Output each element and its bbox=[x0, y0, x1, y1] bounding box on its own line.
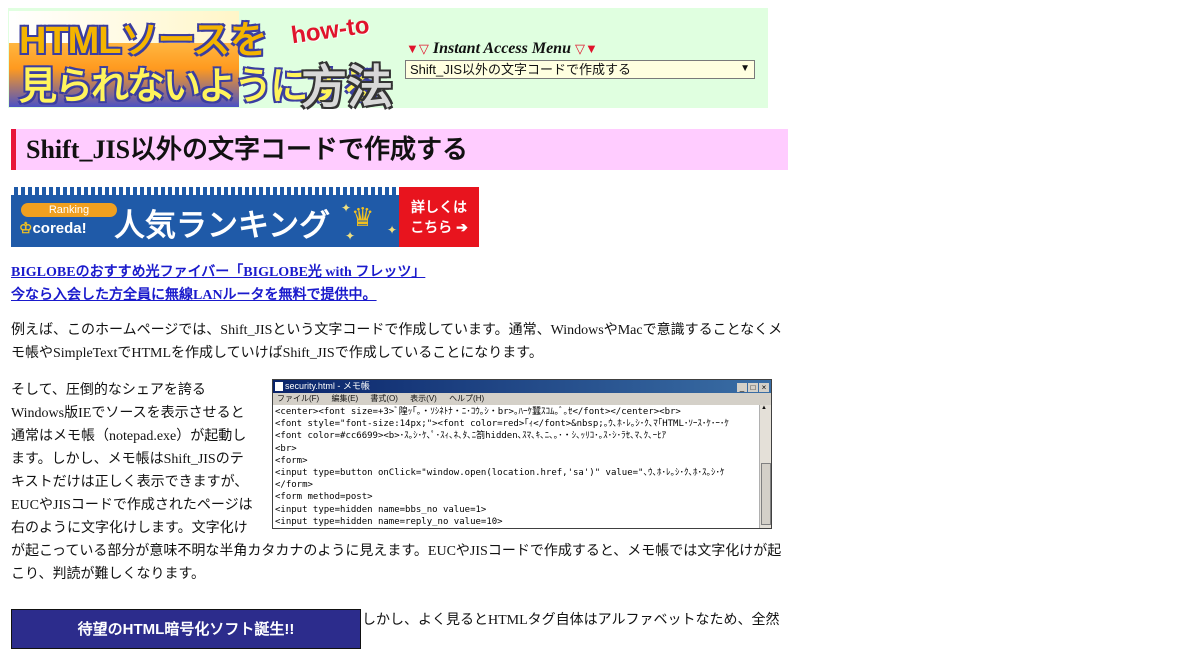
banner-headline: 人気ランキング bbox=[114, 208, 331, 243]
ranking-banner[interactable]: Ranking ♔coreda! 人気ランキング ✦ ✦ ✦ ♛ 詳しくは こち… bbox=[11, 187, 479, 247]
close-icon: × bbox=[759, 383, 769, 392]
site-logo[interactable]: HTMLソースを 見られないようにする how-to 方法 bbox=[9, 11, 393, 113]
notepad-menu-view: 表示(V) bbox=[410, 394, 437, 403]
notepad-menu-file: ファイル(F) bbox=[277, 394, 320, 403]
header-banner: HTMLソースを 見られないようにする how-to 方法 ▼▽ Instant… bbox=[8, 8, 768, 113]
dropdown-arrow-icon[interactable]: ▼ bbox=[740, 60, 750, 77]
code-line: <font style="font-size:14px;"><font colo… bbox=[275, 419, 729, 430]
code-line: <form method=post> bbox=[275, 492, 373, 503]
notepad-screenshot: security.html - メモ帳 _ □ × ファイル(F) 編集(E) 書式… bbox=[272, 379, 772, 529]
banner-detail-button[interactable]: 詳しくは こちら ➔ bbox=[399, 187, 479, 247]
page-title: Shift_JIS以外の文字コードで作成する bbox=[11, 129, 788, 170]
triangle-down-icon: ▽▼ bbox=[574, 41, 598, 56]
minimize-icon: _ bbox=[737, 383, 747, 392]
code-line: <br> bbox=[275, 443, 297, 454]
sparkle-icon: ✦ bbox=[387, 223, 398, 237]
code-line: <input type=hidden name=bbs_no value=1> bbox=[275, 504, 487, 515]
window-controls: _ □ × bbox=[736, 381, 769, 394]
menu-select-value: Shift_JIS以外の文字コードで作成する bbox=[410, 62, 632, 77]
intro-paragraph: 例えば、このホームページでは、Shift_JISという文字コードで作成しています… bbox=[11, 323, 783, 361]
scroll-thumb bbox=[761, 463, 771, 525]
biglobe-ad-link[interactable]: BIGLOBEのおすすめ光ファイバー「BIGLOBE光 with フレッツ」 bbox=[11, 261, 425, 281]
code-line: <form> bbox=[275, 455, 308, 466]
instant-access-menu-title: ▼▽ Instant Access Menu ▽▼ bbox=[406, 40, 598, 58]
banner-brand-text: coreda! bbox=[32, 220, 87, 237]
code-line: <input type=hidden name=reply_no value=1… bbox=[275, 516, 503, 527]
menu-title-text: Instant Access Menu bbox=[432, 40, 571, 57]
notepad-titlebar: security.html - メモ帳 _ □ × bbox=[273, 380, 771, 393]
biglobe-offer-link[interactable]: 今なら入会した方全員に無線LANルータを無料で提供中。 bbox=[11, 284, 377, 304]
code-line: <font color=#cc6699><b>･ｽ｡ｼ･ｹ､ﾟ･ｽｨ､ﾈ､ﾀ､ﾆ… bbox=[275, 431, 667, 442]
notepad-code: <center><font size=+3>ﾞ隍ｯ｢｡・ｿｼﾈﾄﾅ・ﾆ･ｺｳ｡ｼ… bbox=[275, 406, 759, 528]
notepad-title: security.html - メモ帳 bbox=[285, 381, 370, 391]
sparkle-icon: ✦ bbox=[341, 201, 352, 215]
triangle-down-icon: ▼▽ bbox=[406, 41, 429, 56]
crown-icon: ♛ bbox=[351, 203, 375, 232]
code-line: <input type=button onClick="window.open(… bbox=[275, 468, 725, 479]
instant-access-select[interactable]: Shift_JIS以外の文字コードで作成する ▼ bbox=[405, 60, 755, 79]
logo-howto: how-to bbox=[289, 11, 372, 50]
notepad-menubar: ファイル(F) 編集(E) 書式(O) 表示(V) ヘルプ(H) bbox=[273, 393, 771, 405]
notepad-menu-help: ヘルプ(H) bbox=[449, 394, 485, 403]
code-line: <center><font size=+3>ﾞ隍ｯ｢｡・ｿｼﾈﾄﾅ・ﾆ･ｺｳ｡ｼ… bbox=[275, 407, 681, 417]
logo-houho: 方法 bbox=[301, 61, 393, 113]
notepad-body: <center><font size=+3>ﾞ隍ｯ｢｡・ｿｼﾈﾄﾅ・ﾆ･ｺｳ｡ｼ… bbox=[273, 405, 771, 528]
continuation-text: しかし、よく見るとHTMLタグ自体はアルファベットなため、全然 bbox=[362, 613, 780, 628]
notepad-icon bbox=[275, 382, 283, 391]
notepad-menu-edit: 編集(E) bbox=[331, 394, 359, 403]
scroll-up-icon: ▲ bbox=[761, 405, 767, 411]
code-line: </form> bbox=[275, 480, 313, 491]
explanation-paragraph: そして、圧倒的なシェアを誇るWindows版IEでソースを表示させると通常はメモ… bbox=[11, 383, 253, 536]
encryption-software-ad[interactable]: 待望のHTML暗号化ソフト誕生!! bbox=[11, 609, 361, 649]
banner-dots bbox=[11, 187, 399, 195]
banner-detail-line1: 詳しくは bbox=[411, 199, 467, 215]
crown-icon: ♔ bbox=[19, 220, 33, 237]
banner-detail-line2: こちら ➔ bbox=[410, 219, 468, 235]
explanation-paragraph-tail: が起こっている部分が意味不明な半角カタカナのように見えます。EUCやJISコード… bbox=[11, 544, 782, 582]
notepad-scrollbar: ▲ bbox=[759, 405, 771, 528]
notepad-menu-format: 書式(O) bbox=[370, 394, 398, 403]
banner-ranking-pill: Ranking bbox=[21, 203, 117, 217]
maximize-icon: □ bbox=[748, 383, 758, 392]
banner-brand: ♔coreda! bbox=[19, 219, 87, 237]
